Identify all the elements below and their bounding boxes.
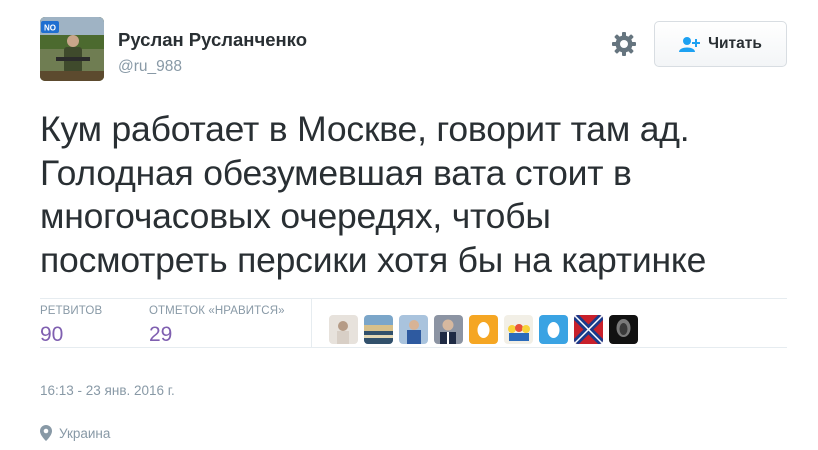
liker-avatar[interactable] xyxy=(609,315,638,344)
liker-avatar[interactable] xyxy=(434,315,463,344)
likes-stat[interactable]: Отметок «Нравится» 29 xyxy=(149,305,285,347)
gear-icon[interactable] xyxy=(611,31,637,57)
retweets-count: 90 xyxy=(40,323,64,346)
default-egg-avatar-orange[interactable] xyxy=(469,315,498,344)
avatar-badge: NO xyxy=(44,24,56,33)
tweet-timestamp[interactable]: 16:13 - 23 янв. 2016 г. xyxy=(40,383,175,398)
default-egg-avatar-blue[interactable] xyxy=(539,315,568,344)
author-name[interactable]: Руслан Русланченко xyxy=(118,29,307,51)
flag-avatar[interactable] xyxy=(574,315,603,344)
follow-button[interactable]: Читать xyxy=(654,21,787,67)
likers-list xyxy=(329,315,638,344)
divider-bottom xyxy=(40,347,787,348)
divider-top xyxy=(40,298,787,299)
location-text: Украина xyxy=(59,425,111,441)
follow-button-label: Читать xyxy=(708,35,762,52)
likes-label: Отметок «Нравится» xyxy=(149,305,285,317)
retweets-label: Ретвитов xyxy=(40,305,103,317)
likes-count: 29 xyxy=(149,323,173,346)
stats-separator xyxy=(311,299,312,347)
liker-avatar[interactable] xyxy=(399,315,428,344)
author-handle[interactable]: @ru_988 xyxy=(118,58,182,76)
liker-avatar[interactable] xyxy=(504,315,533,344)
tweet-location[interactable]: Украина xyxy=(40,425,110,441)
retweets-stat[interactable]: Ретвитов 90 xyxy=(40,305,102,347)
tweet-text: Кум работает в Москве, говорит там ад. Г… xyxy=(40,109,707,280)
location-pin-icon xyxy=(40,425,52,441)
liker-avatar[interactable] xyxy=(329,315,358,344)
liker-avatar[interactable] xyxy=(364,315,393,344)
add-user-icon xyxy=(679,37,701,52)
author-avatar[interactable]: NO xyxy=(40,17,104,81)
